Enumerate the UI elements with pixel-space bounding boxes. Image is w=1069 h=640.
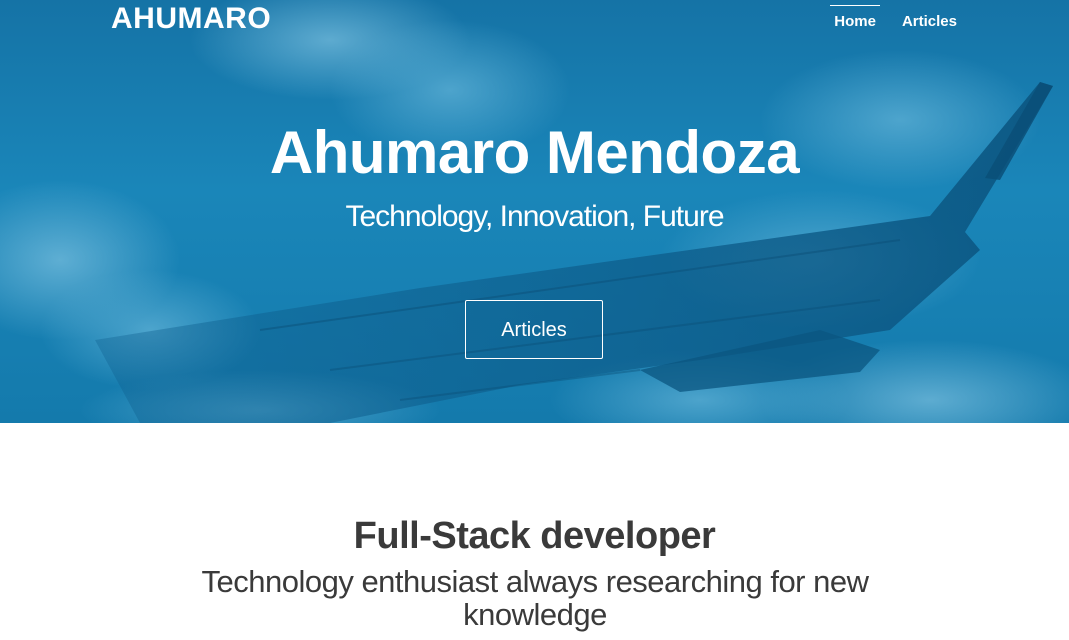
hero-subtitle: Technology, Innovation, Future [345, 200, 724, 233]
articles-button[interactable]: Articles [465, 300, 603, 359]
about-text: Technology enthusiast always researching… [201, 564, 870, 632]
top-navigation: Home Articles [808, 5, 957, 30]
nav-item-articles[interactable]: Articles [902, 5, 957, 30]
hero-section: AHUMARO Home Articles Ahumaro Mendoza Te… [0, 0, 1069, 423]
hero-title: Ahumaro Mendoza [269, 119, 800, 186]
nav-item-home[interactable]: Home [830, 5, 880, 30]
brand-logo[interactable]: AHUMARO [111, 2, 271, 36]
about-title: Full-Stack developer [353, 515, 716, 557]
